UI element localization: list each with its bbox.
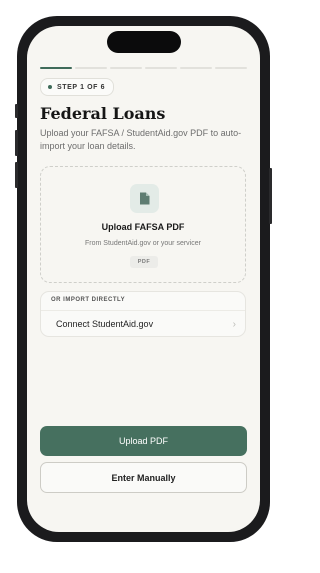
page-title: Federal Loans	[40, 104, 166, 123]
upload-card-subtitle: From StudentAid.gov or your servicer	[85, 240, 201, 247]
silent-switch	[15, 104, 18, 118]
progress-segment	[75, 67, 107, 69]
connect-studentaid-label: Connect StudentAid.gov	[56, 319, 154, 329]
power-button	[269, 168, 272, 224]
enter-manually-button[interactable]: Enter Manually	[40, 462, 247, 493]
step-progress-bar	[40, 67, 247, 69]
volume-down-button	[15, 162, 18, 188]
connect-studentaid-row[interactable]: Connect StudentAid.gov ›	[41, 311, 245, 337]
import-directly-card: OR IMPORT DIRECTLY Connect StudentAid.go…	[40, 291, 246, 337]
chevron-right-icon: ›	[232, 318, 236, 330]
upload-pdf-button[interactable]: Upload PDF	[40, 426, 247, 456]
progress-segment	[110, 67, 142, 69]
progress-segment	[145, 67, 177, 69]
progress-segment	[215, 67, 247, 69]
step-badge-label: STEP 1 OF 6	[57, 83, 106, 91]
progress-segment	[180, 67, 212, 69]
document-icon	[130, 184, 159, 213]
volume-up-button	[15, 130, 18, 156]
progress-segment	[40, 67, 72, 69]
app-screen: STEP 1 OF 6 Federal Loans Upload your FA…	[27, 26, 260, 532]
upload-pdf-dropzone[interactable]: Upload FAFSA PDF From StudentAid.gov or …	[40, 166, 246, 283]
step-badge: STEP 1 OF 6	[40, 78, 115, 96]
dynamic-island	[107, 31, 181, 53]
import-section-label: OR IMPORT DIRECTLY	[51, 297, 126, 303]
step-dot-icon	[48, 85, 52, 89]
upload-card-title: Upload FAFSA PDF	[101, 222, 185, 232]
page-subtitle: Upload your FAFSA / StudentAid.gov PDF t…	[40, 128, 242, 151]
file-type-tag: PDF	[130, 256, 158, 268]
